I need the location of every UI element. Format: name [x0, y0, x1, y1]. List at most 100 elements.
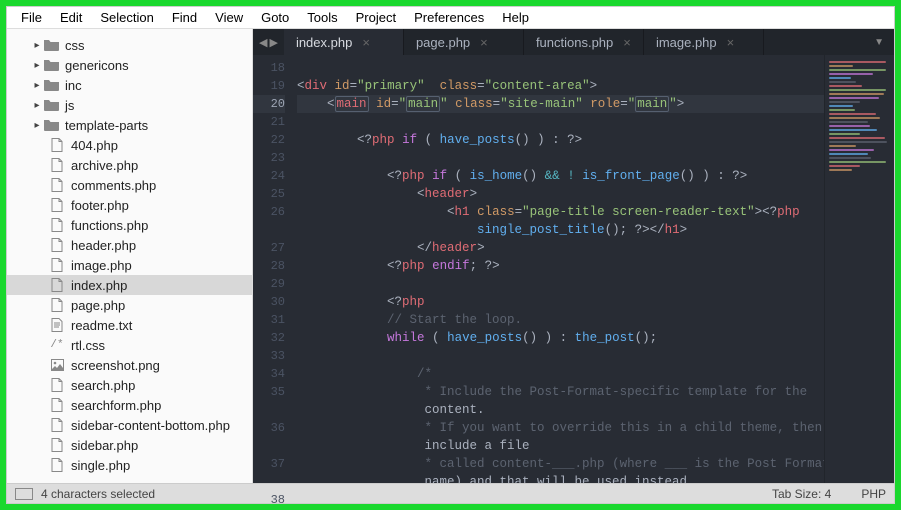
close-icon[interactable]: ×	[727, 35, 735, 50]
close-icon[interactable]: ×	[480, 35, 488, 50]
status-language[interactable]: PHP	[861, 487, 886, 501]
code-line[interactable]: content.	[297, 401, 824, 419]
file-functions-php[interactable]: functions.php	[7, 215, 252, 235]
code-line[interactable]: single_post_title(); ?></h1>	[297, 221, 824, 239]
file-screenshot-png[interactable]: screenshot.png	[7, 355, 252, 375]
file-sidebar-content-bottom-php[interactable]: sidebar-content-bottom.php	[7, 415, 252, 435]
file-label: image.php	[71, 258, 132, 273]
menu-help[interactable]: Help	[494, 8, 537, 27]
menu-file[interactable]: File	[13, 8, 50, 27]
code-line[interactable]: <?php endif; ?>	[297, 257, 824, 275]
line-number: 20	[253, 95, 285, 113]
tab-page-php[interactable]: page.php ×	[404, 29, 524, 55]
code-line[interactable]: <?php	[297, 293, 824, 311]
tab-index-php[interactable]: index.php×	[284, 29, 404, 55]
minimap[interactable]	[824, 55, 894, 483]
tab-label: page.php	[416, 35, 470, 50]
folder-icon	[43, 38, 59, 52]
status-tabsize[interactable]: Tab Size: 4	[772, 487, 831, 501]
line-number: 37	[253, 455, 285, 473]
menu-selection[interactable]: Selection	[92, 8, 161, 27]
code-line[interactable]	[297, 347, 824, 365]
file-readme-txt[interactable]: readme.txt	[7, 315, 252, 335]
code-line[interactable]: <div id="primary" class="content-area">	[297, 77, 824, 95]
code-line[interactable]: </header>	[297, 239, 824, 257]
file-sidebar-php[interactable]: sidebar.php	[7, 435, 252, 455]
menu-view[interactable]: View	[207, 8, 251, 27]
minimap-line	[829, 93, 884, 95]
file-header-php[interactable]: header.php	[7, 235, 252, 255]
editor-panel: ◀ ▶ index.php×page.php×functions.php×ima…	[253, 29, 894, 483]
code-line[interactable]: * If you want to override this in a chil…	[297, 419, 824, 437]
file-footer-php[interactable]: footer.php	[7, 195, 252, 215]
tab-overflow-icon[interactable]: ▼	[864, 29, 894, 55]
menu-find[interactable]: Find	[164, 8, 205, 27]
code-line[interactable]	[297, 113, 824, 131]
folder-label: template-parts	[65, 118, 148, 133]
minimap-line	[829, 149, 874, 151]
code-line[interactable]: <?php if ( have_posts() ) : ?>	[297, 131, 824, 149]
code-line[interactable]: /*	[297, 365, 824, 383]
file-label: search.php	[71, 378, 135, 393]
folder-js[interactable]: ▸js	[7, 95, 252, 115]
code-line[interactable]	[297, 149, 824, 167]
folder-inc[interactable]: ▸inc	[7, 75, 252, 95]
minimap-line	[829, 85, 862, 87]
file-archive-php[interactable]: archive.php	[7, 155, 252, 175]
file-rtl-css[interactable]: /*rtl.css	[7, 335, 252, 355]
file-label: sidebar.php	[71, 438, 138, 453]
code-line[interactable]: <?php if ( is_home() && ! is_front_page(…	[297, 167, 824, 185]
code-line[interactable]: * Include the Post-Format-specific templ…	[297, 383, 824, 401]
code-line[interactable]: * called content-___.php (where ___ is t…	[297, 455, 824, 473]
file-image-php[interactable]: image.php	[7, 255, 252, 275]
close-icon[interactable]: ×	[623, 35, 631, 50]
close-icon[interactable]: ×	[362, 35, 370, 50]
line-number: 22	[253, 131, 285, 149]
line-number: 30	[253, 293, 285, 311]
file-404-php[interactable]: 404.php	[7, 135, 252, 155]
menu-project[interactable]: Project	[348, 8, 404, 27]
code-line[interactable]	[297, 275, 824, 293]
menu-preferences[interactable]: Preferences	[406, 8, 492, 27]
folder-label: genericons	[65, 58, 129, 73]
folder-genericons[interactable]: ▸genericons	[7, 55, 252, 75]
sidebar: ▸css▸genericons▸inc▸js▸template-parts 404…	[7, 29, 253, 483]
minimap-line	[829, 165, 860, 167]
file-index-php[interactable]: index.php	[7, 275, 252, 295]
minimap-line	[829, 73, 873, 75]
code-line[interactable]	[297, 59, 824, 77]
code-line[interactable]: // Start the loop.	[297, 311, 824, 329]
file-comments-php[interactable]: comments.php	[7, 175, 252, 195]
code-line[interactable]: <h1 class="page-title screen-reader-text…	[297, 203, 824, 221]
file-page-php[interactable]: page.php	[7, 295, 252, 315]
code-line[interactable]: while ( have_posts() ) : the_post();	[297, 329, 824, 347]
panel-toggle-icon[interactable]	[15, 488, 33, 500]
file-label: 404.php	[71, 138, 118, 153]
file-icon	[49, 398, 65, 412]
menu-tools[interactable]: Tools	[299, 8, 345, 27]
tab-next-icon[interactable]: ▶	[269, 36, 277, 49]
file-search-php[interactable]: search.php	[7, 375, 252, 395]
tab-functions-php[interactable]: functions.php ×	[524, 29, 644, 55]
text-file-icon	[49, 318, 65, 332]
code-line[interactable]: <header>	[297, 185, 824, 203]
code-line[interactable]: include a file	[297, 437, 824, 455]
menu-edit[interactable]: Edit	[52, 8, 90, 27]
tab-label: functions.php	[536, 35, 613, 50]
menu-goto[interactable]: Goto	[253, 8, 297, 27]
code-line[interactable]: <main id="main" class="site-main" role="…	[297, 95, 824, 113]
folder-icon	[43, 58, 59, 72]
line-number: 18	[253, 59, 285, 77]
file-searchform-php[interactable]: searchform.php	[7, 395, 252, 415]
code-line[interactable]: name) and that will be used instead.	[297, 473, 824, 483]
tab-bar: ◀ ▶ index.php×page.php×functions.php×ima…	[253, 29, 894, 55]
folder-template-parts[interactable]: ▸template-parts	[7, 115, 252, 135]
line-number: 36	[253, 419, 285, 437]
folder-css[interactable]: ▸css	[7, 35, 252, 55]
line-number: 34	[253, 365, 285, 383]
code-area[interactable]: <div id="primary" class="content-area"> …	[293, 55, 824, 483]
tab-image-php[interactable]: image.php×	[644, 29, 764, 55]
tab-prev-icon[interactable]: ◀	[259, 36, 267, 49]
file-single-php[interactable]: single.php	[7, 455, 252, 475]
file-icon	[49, 458, 65, 472]
